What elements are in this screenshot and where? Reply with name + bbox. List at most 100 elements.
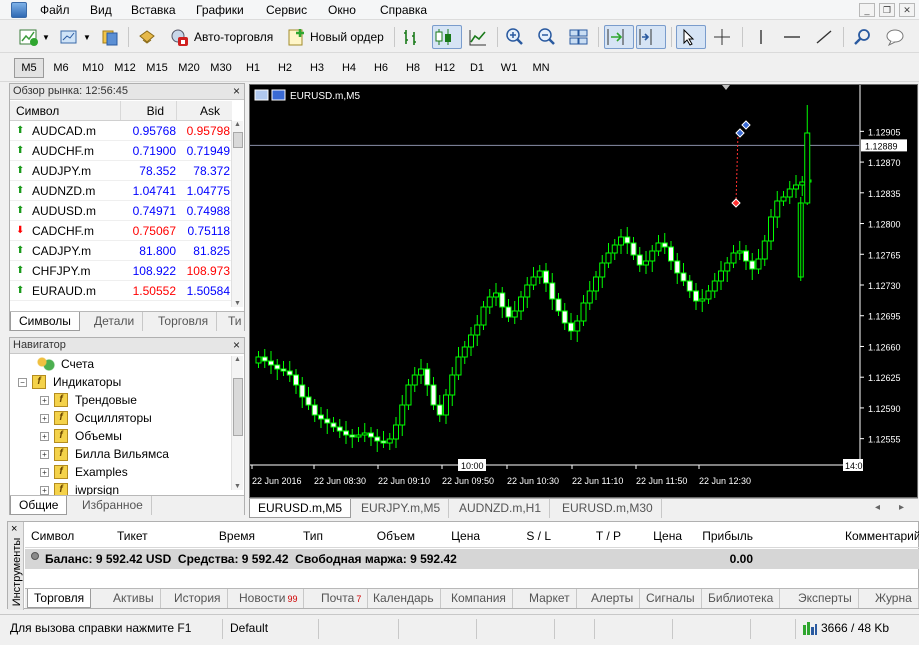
menu-insert[interactable]: Вставка	[131, 3, 176, 17]
tab-scroll-right-icon[interactable]: ▸	[899, 502, 904, 513]
menu-help[interactable]: Справка	[380, 3, 427, 17]
market-row-cadjpy-m[interactable]: ⬆ CADJPY.m 81.800 81.825	[10, 241, 232, 261]
market-row-euraud-m[interactable]: ⬆ EURAUD.m 1.50552 1.50584	[10, 281, 232, 301]
bar-chart-button[interactable]	[400, 25, 426, 49]
expand-icon[interactable]: +	[40, 485, 49, 495]
horizontal-line-button[interactable]	[780, 25, 806, 49]
autotrading-button[interactable]: Авто-торговля	[168, 25, 280, 49]
terminal-col-10[interactable]: Комментарий	[845, 529, 919, 543]
col-ask[interactable]: Ask	[196, 104, 220, 118]
col-bid[interactable]: Bid	[140, 104, 164, 118]
collapse-icon[interactable]: −	[18, 377, 27, 387]
crosshair-button[interactable]	[710, 25, 736, 49]
timeframe-h8[interactable]: H8	[398, 58, 428, 78]
timeframe-m10[interactable]: M10	[78, 58, 108, 78]
meta-editor-button[interactable]	[136, 25, 160, 49]
vertical-line-button[interactable]	[749, 25, 775, 49]
new-order-button[interactable]: Новый ордер	[285, 25, 389, 49]
tab-scroll-left-icon[interactable]: ◂	[875, 502, 880, 513]
line-chart-button[interactable]	[466, 25, 492, 49]
navigator-item-2[interactable]: + f Трендовые	[40, 391, 137, 409]
minimize-icon[interactable]: _	[859, 3, 875, 17]
market-row-audnzd-m[interactable]: ⬆ AUDNZD.m 1.04741 1.04775	[10, 181, 232, 201]
timeframe-h3[interactable]: H3	[302, 58, 332, 78]
navigator-item-3[interactable]: + f Осцилляторы	[40, 409, 152, 427]
market-row-chfjpy-m[interactable]: ⬆ CHFJPY.m 108.922 108.973	[10, 261, 232, 281]
timeframe-h1[interactable]: H1	[238, 58, 268, 78]
price-chart[interactable]: EURUSD.m,M5 1.12905 1.12870 1.12835 1.12800 1…	[250, 85, 917, 497]
expand-icon[interactable]: +	[40, 449, 49, 459]
timeframe-mn[interactable]: MN	[526, 58, 556, 78]
trend-line-button[interactable]	[812, 25, 838, 49]
restore-icon[interactable]: ❐	[879, 3, 895, 17]
navigator-item-4[interactable]: + f Объемы	[40, 427, 122, 445]
terminal-col-7[interactable]: T / P	[581, 529, 621, 543]
zoom-in-button[interactable]	[503, 25, 529, 49]
terminal-tab-9[interactable]: Сигналы	[640, 589, 702, 608]
terminal-col-5[interactable]: Цена	[435, 529, 480, 543]
timeframe-m6[interactable]: M6	[46, 58, 76, 78]
terminal-tab-8[interactable]: Алерты	[585, 589, 641, 608]
market-row-cadchf-m[interactable]: ⬇ CADCHF.m 0.75067 0.75118	[10, 221, 232, 241]
market-row-audjpy-m[interactable]: ⬆ AUDJPY.m 78.352 78.372	[10, 161, 232, 181]
expand-icon[interactable]: +	[40, 395, 49, 405]
chart-window[interactable]: EURUSD.m,M5 1.12905 1.12870 1.12835 1.12800 1…	[249, 84, 918, 498]
zoom-out-button[interactable]	[535, 25, 561, 49]
timeframe-d1[interactable]: D1	[462, 58, 492, 78]
navigator-item-6[interactable]: + f Examples	[40, 463, 128, 481]
terminal-tab-11[interactable]: Эксперты	[792, 589, 859, 608]
terminal-tab-0[interactable]: Торговля	[27, 589, 92, 608]
profiles-button[interactable]: ▼	[58, 25, 96, 49]
candlestick-button[interactable]	[432, 25, 462, 49]
market-row-audchf-m[interactable]: ⬆ AUDCHF.m 0.71900 0.71949	[10, 141, 232, 161]
timeframe-h12[interactable]: H12	[430, 58, 460, 78]
timeframe-h4[interactable]: H4	[334, 58, 364, 78]
new-chart-button[interactable]: ▼	[17, 25, 57, 49]
timeframe-m15[interactable]: M15	[142, 58, 172, 78]
terminal-tab-10[interactable]: Библиотека	[702, 589, 781, 608]
terminal-col-0[interactable]: Символ	[31, 529, 74, 543]
market-tab-3[interactable]: Ти	[220, 312, 251, 331]
search-button[interactable]	[851, 25, 877, 49]
auto-scroll-button[interactable]	[604, 25, 634, 49]
terminal-col-6[interactable]: S / L	[511, 529, 551, 543]
terminal-tab-12[interactable]: Журна	[869, 589, 919, 608]
terminal-tab-6[interactable]: Компания	[445, 589, 513, 608]
menu-file[interactable]: Файл	[40, 3, 70, 17]
chart-tab-3[interactable]: EURUSD.m,M30	[554, 499, 662, 518]
terminal-tab-3[interactable]: Новости 99	[233, 589, 305, 608]
terminal-tab-5[interactable]: Календарь	[367, 589, 441, 608]
timeframe-h2[interactable]: H2	[270, 58, 300, 78]
timeframe-m12[interactable]: M12	[110, 58, 140, 78]
market-tab-0[interactable]: Символы	[10, 312, 80, 331]
navigator-item-1[interactable]: − f Индикаторы	[18, 373, 121, 391]
chart-tab-0[interactable]: EURUSD.m,M5	[249, 499, 352, 518]
navigator-item-0[interactable]: Счета	[18, 355, 94, 373]
menu-tools[interactable]: Сервис	[266, 3, 307, 17]
tile-windows-button[interactable]	[567, 25, 593, 49]
chart-tab-1[interactable]: EURJPY.m,M5	[353, 499, 450, 518]
terminal-tab-2[interactable]: История	[168, 589, 228, 608]
timeframe-m20[interactable]: M20	[174, 58, 204, 78]
navigator-tab-0[interactable]: Общие	[10, 496, 68, 515]
terminal-col-8[interactable]: Цена	[637, 529, 682, 543]
chart-tab-2[interactable]: AUDNZD.m,H1	[451, 499, 551, 518]
chart-shift-button[interactable]	[636, 25, 666, 49]
terminal-col-9[interactable]: Прибыль	[695, 529, 753, 543]
navigator-scrollbar[interactable]: ▲ ▼	[231, 356, 243, 490]
close-icon[interactable]: ✕	[899, 3, 915, 17]
menu-charts[interactable]: Графики	[196, 3, 244, 17]
navigator-close-icon[interactable]: ×	[233, 338, 240, 352]
cursor-button[interactable]	[676, 25, 706, 49]
terminal-tab-1[interactable]: Активы	[107, 589, 161, 608]
terminal-col-2[interactable]: Время	[195, 529, 255, 543]
market-watch-scrollbar[interactable]: ▲ ▼	[231, 121, 243, 307]
market-row-audusd-m[interactable]: ⬆ AUDUSD.m 0.74971 0.74988	[10, 201, 232, 221]
timeframe-h6[interactable]: H6	[366, 58, 396, 78]
navigator-item-5[interactable]: + f Билла Вильямса	[40, 445, 169, 463]
market-tab-1[interactable]: Детали	[86, 312, 144, 331]
timeframe-m30[interactable]: M30	[206, 58, 236, 78]
menu-window[interactable]: Окно	[328, 3, 356, 17]
expand-icon[interactable]: +	[40, 467, 49, 477]
terminal-col-4[interactable]: Объем	[355, 529, 415, 543]
